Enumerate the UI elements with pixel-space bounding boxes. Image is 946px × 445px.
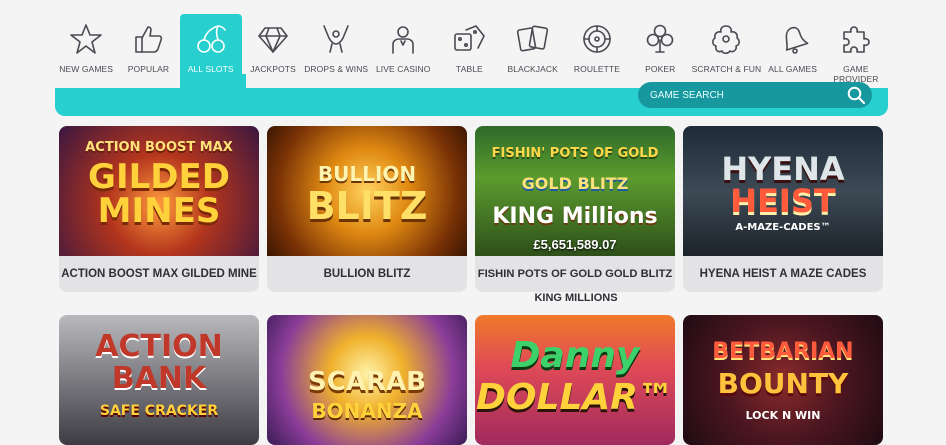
diamond-icon [258,27,288,53]
game-thumbnail[interactable]: BETBARIAN BOUNTY LOCK N WIN [683,315,883,445]
game-thumbnail[interactable]: BULLION BLITZ [267,126,467,256]
nav-drops-wins[interactable]: DROPS & WINS [304,14,368,88]
nav-label: TABLE [456,64,483,74]
game-card-betbarian-bounty[interactable]: BETBARIAN BOUNTY LOCK N WIN [683,315,883,445]
nav-label: POKER [645,64,676,74]
game-search-input[interactable] [650,89,830,101]
star-icon [70,24,102,54]
nav-label: ALL GAMES [768,64,817,74]
game-card-hyena-heist[interactable]: HYENA HEIST A-MAZE-CADES™ HYENA HEIST A … [683,126,883,292]
cherries-icon [196,25,226,53]
game-card-bullion-blitz[interactable]: BULLION BLITZ BULLION BLITZ [267,126,467,292]
nav-label: ALL SLOTS [187,64,234,74]
game-title: HYENA HEIST A MAZE CADES [699,268,867,280]
nav-table[interactable]: TABLE [438,14,500,88]
search-icon[interactable] [846,85,866,105]
game-card-danny-dollar[interactable]: Danny DOLLAR™ [475,315,675,445]
roulette-wheel-icon [583,25,611,53]
club-suit-icon [646,24,674,53]
jackpot-amount: £5,651,589.07 [533,237,617,252]
casino-page: NEW GAMES POPULAR ALL SLOTS JACKPOTS DRO… [0,0,946,445]
nav-all-slots[interactable]: ALL SLOTS [179,14,242,88]
nav-poker[interactable]: POKER [629,14,691,88]
dice-icon [454,25,486,51]
raised-hands-icon [323,25,349,53]
nav-scratch-fun[interactable]: SCRATCH & FUN [691,14,761,88]
game-thumbnail[interactable]: FISHIN' POTS OF GOLD GOLD BLITZ KING Mil… [475,126,675,256]
nav-label: LIVE CASINO [375,64,431,74]
game-thumbnail[interactable]: Danny DOLLAR™ [475,315,675,445]
nav-popular[interactable]: POPULAR [117,14,179,88]
game-card-fishin-pots[interactable]: FISHIN' POTS OF GOLD GOLD BLITZ KING Mil… [475,126,675,292]
playing-cards-icon [516,25,548,52]
game-title-continued: KING MILLIONS [534,292,618,304]
dealer-icon [392,26,415,54]
nav-roulette[interactable]: ROULETTE [565,14,629,88]
game-title: FISHIN POTS OF GOLD GOLD BLITZ [477,268,673,280]
nav-game-provider[interactable]: GAME PROVIDER [824,14,888,88]
game-thumbnail[interactable]: ACTION BANK SAFE CRACKER [59,315,259,445]
nav-label: GAME PROVIDER [833,64,879,84]
nav-label: JACKPOTS [250,64,296,74]
nav-new-games[interactable]: NEW GAMES [55,14,117,88]
nav-label: ROULETTE [573,64,621,74]
puzzle-icon [843,26,870,53]
category-nav: NEW GAMES POPULAR ALL SLOTS JACKPOTS DRO… [55,14,888,88]
nav-label: POPULAR [127,64,170,74]
scratch-icon [712,25,741,55]
nav-label: DROPS & WINS [304,64,369,74]
game-thumbnail[interactable]: HYENA HEIST A-MAZE-CADES™ [683,126,883,256]
thumbs-up-icon [135,26,163,53]
game-card-scarab-bonanza[interactable]: SCARAB BONANZA [267,315,467,445]
nav-live-casino[interactable]: LIVE CASINO [368,14,438,88]
bell-icon [785,26,809,54]
game-title: BULLION BLITZ [323,268,411,280]
nav-blackjack[interactable]: BLACKJACK [501,14,565,88]
nav-label: BLACKJACK [507,64,558,74]
game-thumbnail[interactable]: ACTION BOOST MAX GILDED MINES [59,126,259,256]
game-thumbnail[interactable]: SCARAB BONANZA [267,315,467,445]
nav-all-games[interactable]: ALL GAMES [761,14,823,88]
game-title: ACTION BOOST MAX GILDED MINE [61,268,257,280]
game-card-action-bank[interactable]: ACTION BANK SAFE CRACKER [59,315,259,445]
nav-jackpots[interactable]: JACKPOTS [242,14,304,88]
nav-label: SCRATCH & FUN [691,64,762,74]
nav-label: NEW GAMES [59,64,114,74]
game-card-gilded-mines[interactable]: ACTION BOOST MAX GILDED MINES ACTION BOO… [59,126,259,292]
